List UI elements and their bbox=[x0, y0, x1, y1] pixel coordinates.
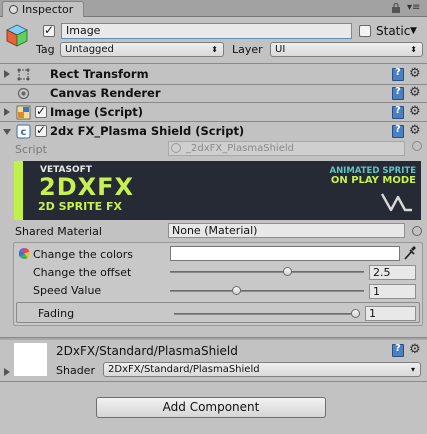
lock-icon[interactable] bbox=[391, 3, 401, 13]
vetasoft-logo-icon bbox=[380, 193, 412, 212]
layer-label: Layer bbox=[232, 43, 263, 56]
object-picker-icon[interactable] bbox=[412, 226, 422, 236]
offset-slider-thumb[interactable] bbox=[283, 267, 292, 276]
prop-label-fading: Fading bbox=[38, 307, 75, 320]
gear-icon[interactable]: ⚙ bbox=[409, 123, 421, 138]
color-field[interactable] bbox=[170, 246, 400, 261]
chevron-down-icon: ▾ bbox=[410, 365, 415, 374]
gear-icon[interactable]: ⚙ bbox=[409, 342, 421, 357]
static-dropdown-arrow-icon[interactable]: ▼ bbox=[410, 25, 417, 37]
component-title: Rect Transform bbox=[50, 67, 149, 81]
banner-tagline-2: ON PLAY MODE bbox=[330, 175, 416, 186]
tag-label: Tag bbox=[36, 43, 55, 56]
shader-label: Shader bbox=[56, 364, 95, 377]
fading-slider-thumb[interactable] bbox=[351, 309, 360, 318]
static-label: Static bbox=[376, 24, 411, 38]
gear-icon[interactable]: ⚙ bbox=[409, 104, 421, 119]
component-header-rect-transform[interactable]: Rect Transform ⚙ bbox=[0, 65, 427, 84]
rect-transform-icon bbox=[17, 68, 30, 81]
banner-stripe bbox=[14, 161, 23, 220]
chevron-updown-icon: ⬍ bbox=[211, 45, 218, 54]
shader-dropdown[interactable]: 2DxFX/Standard/PlasmaShield ▾ bbox=[103, 362, 421, 377]
component-title: Canvas Renderer bbox=[50, 86, 161, 100]
gameobject-active-checkbox[interactable] bbox=[43, 23, 55, 37]
banner-subtitle: 2D SPRITE FX bbox=[38, 200, 123, 213]
layer-value: UI bbox=[275, 44, 286, 55]
window-menu-icon[interactable]: ▾≡ bbox=[407, 2, 420, 14]
foldout-arrow-expanded-icon[interactable] bbox=[3, 129, 11, 135]
section-divider bbox=[0, 337, 427, 340]
script-icon: c bbox=[16, 124, 31, 139]
foldout-arrow-icon[interactable] bbox=[4, 108, 10, 116]
fading-slider-track[interactable] bbox=[174, 313, 360, 315]
info-icon bbox=[9, 5, 18, 14]
component-enabled-checkbox[interactable] bbox=[35, 104, 47, 118]
help-book-icon[interactable] bbox=[392, 86, 404, 100]
help-book-icon[interactable] bbox=[392, 343, 404, 357]
tag-value: Untagged bbox=[65, 44, 114, 55]
foldout-arrow-icon[interactable] bbox=[4, 70, 10, 78]
component-header-plasma-shield[interactable]: c 2dx FX_Plasma Shield (Script) ⚙ bbox=[0, 122, 427, 141]
gameobject-name-input[interactable]: Image bbox=[61, 23, 352, 39]
speed-slider-thumb[interactable] bbox=[232, 286, 241, 295]
gameobject-cube-icon bbox=[6, 24, 28, 47]
prop-label-offset: Change the offset bbox=[33, 266, 132, 279]
offset-value-field[interactable]: 2.5 bbox=[369, 265, 416, 280]
gear-icon[interactable]: ⚙ bbox=[409, 66, 421, 81]
shared-material-field[interactable]: None (Material) bbox=[168, 223, 405, 238]
color-wheel-icon bbox=[19, 248, 30, 259]
add-component-button[interactable]: Add Component bbox=[96, 397, 326, 418]
tab-inspector[interactable]: Inspector bbox=[2, 1, 84, 17]
component-title: 2dx FX_Plasma Shield (Script) bbox=[50, 124, 245, 138]
component-title: Image (Script) bbox=[50, 105, 144, 119]
help-book-icon[interactable] bbox=[392, 67, 404, 81]
speed-slider-track[interactable] bbox=[170, 290, 364, 292]
svg-text:c: c bbox=[21, 127, 27, 138]
canvas-renderer-icon bbox=[17, 87, 30, 100]
divider bbox=[0, 381, 427, 382]
divider bbox=[0, 63, 427, 64]
component-header-canvas-renderer[interactable]: Canvas Renderer ⚙ bbox=[0, 84, 427, 103]
script-file-icon bbox=[171, 143, 181, 153]
component-enabled-checkbox[interactable] bbox=[35, 123, 47, 137]
fading-value-field[interactable]: 1 bbox=[365, 306, 416, 321]
prop-label-speed: Speed Value bbox=[33, 284, 102, 297]
chevron-updown-icon: ⬍ bbox=[410, 45, 417, 54]
banner-logo: 2DXFX bbox=[39, 173, 135, 201]
plugin-banner: VETASOFT 2DXFX 2D SPRITE FX ANIMATED SPR… bbox=[14, 161, 421, 220]
object-picker-icon[interactable] bbox=[412, 141, 422, 151]
foldout-arrow-icon[interactable] bbox=[4, 368, 10, 376]
tab-label: Inspector bbox=[22, 3, 74, 16]
material-preview bbox=[14, 343, 47, 376]
offset-slider-track[interactable] bbox=[170, 271, 364, 273]
image-component-icon bbox=[16, 105, 31, 120]
shader-value: 2DxFX/Standard/PlasmaShield bbox=[108, 364, 260, 375]
component-header-image[interactable]: Image (Script) ⚙ bbox=[0, 103, 427, 122]
script-label: Script bbox=[15, 143, 47, 156]
prop-label-colors: Change the colors bbox=[33, 248, 133, 261]
tag-dropdown[interactable]: Untagged ⬍ bbox=[60, 42, 224, 57]
speed-value-field[interactable]: 1 bbox=[369, 284, 416, 299]
eyedropper-icon[interactable] bbox=[403, 245, 417, 261]
material-name: 2DxFX/Standard/PlasmaShield bbox=[56, 344, 238, 358]
script-field[interactable]: _2dxFX_PlasmaShield bbox=[168, 141, 405, 156]
shared-material-label: Shared Material bbox=[15, 225, 102, 238]
layer-dropdown[interactable]: UI ⬍ bbox=[270, 42, 423, 57]
static-checkbox[interactable] bbox=[359, 25, 371, 37]
gear-icon[interactable]: ⚙ bbox=[409, 85, 421, 100]
help-book-icon[interactable] bbox=[392, 105, 404, 119]
help-book-icon[interactable] bbox=[392, 124, 404, 138]
